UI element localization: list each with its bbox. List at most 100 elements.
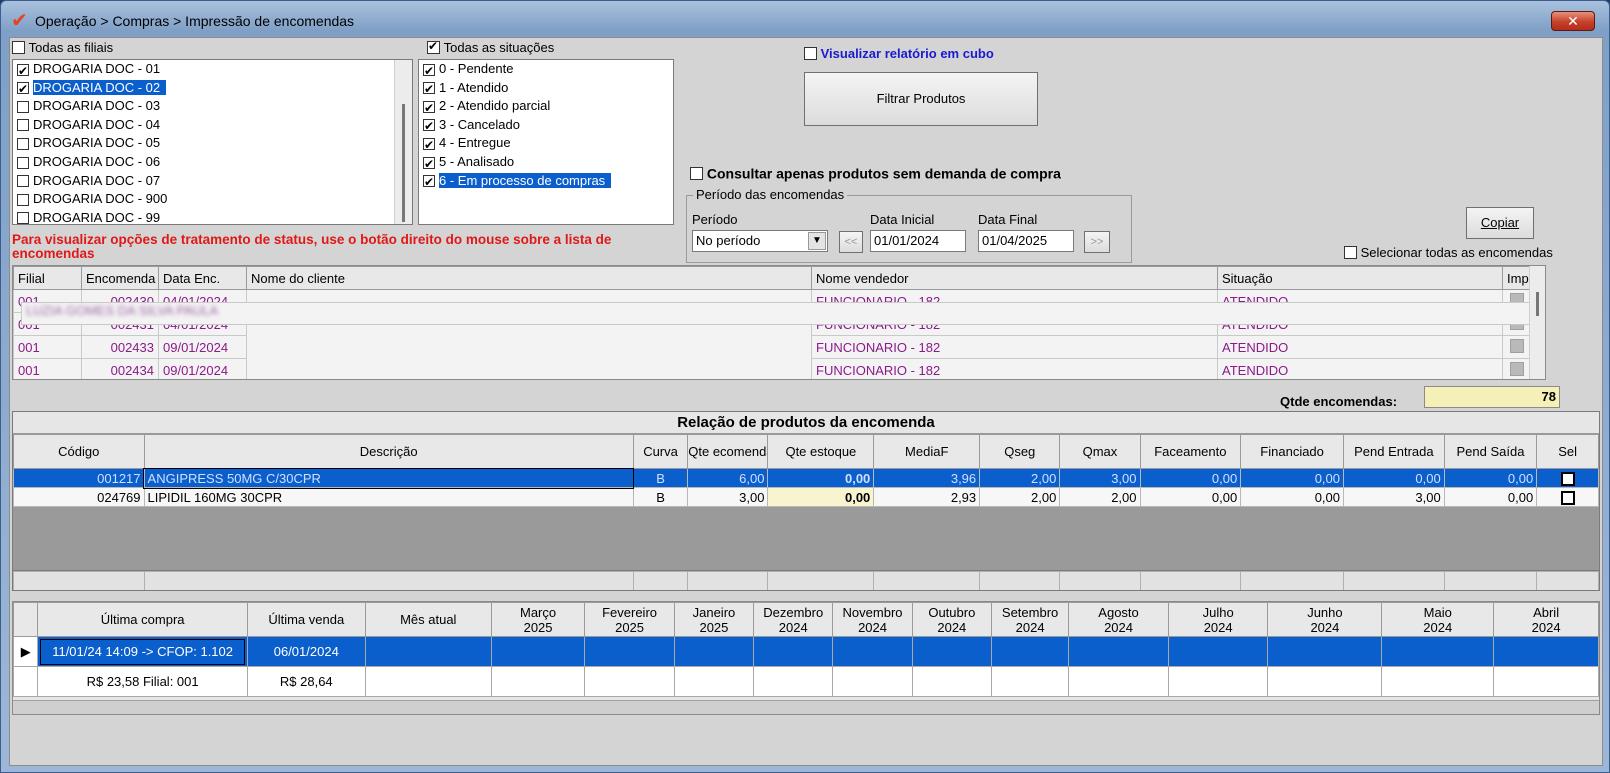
- situacao-item[interactable]: 2 - Atendido parcial: [419, 97, 673, 117]
- products-column-header[interactable]: Código: [13, 434, 145, 469]
- filial-item[interactable]: DROGARIA DOC - 06: [13, 153, 412, 172]
- title-bar[interactable]: ✔ Operação > Compras > Impressão de enco…: [1, 1, 1609, 39]
- table-row[interactable]: R$ 23,58 Filial: 001 R$ 28,64: [13, 666, 1599, 697]
- products-column-header[interactable]: Sel: [1536, 434, 1599, 469]
- history-column-header[interactable]: Março 2025: [490, 602, 586, 637]
- sel-cell[interactable]: [1536, 468, 1599, 488]
- checkbox-icon[interactable]: [17, 62, 29, 80]
- products-column-header[interactable]: Qte ecomenda: [687, 434, 769, 469]
- chevron-down-icon[interactable]: ▼: [808, 232, 826, 250]
- history-column-header[interactable]: Última venda: [246, 602, 366, 637]
- products-column-header[interactable]: Financiado: [1240, 434, 1344, 469]
- sel-checkbox-icon[interactable]: [1560, 490, 1575, 505]
- orders-scrollbar[interactable]: [1529, 266, 1545, 379]
- history-column-header[interactable]: Maio 2024: [1381, 602, 1495, 637]
- history-column-header[interactable]: Outubro 2024: [911, 602, 992, 637]
- checkbox-icon[interactable]: [17, 212, 29, 224]
- orders-column-header[interactable]: Imp: [1502, 266, 1532, 290]
- filiais-scrollbar[interactable]: [394, 60, 412, 224]
- table-row[interactable]: 001217 ANGIPRESS 50MG C/30CPR B 6,00 0,00 3,9…: [13, 467, 1599, 489]
- imp-cell[interactable]: [1502, 335, 1532, 359]
- filial-item[interactable]: DROGARIA DOC - 02: [13, 79, 412, 98]
- consultar-sem-demanda-checkbox[interactable]: Consultar apenas produtos sem demanda de…: [690, 164, 1061, 181]
- history-column-header[interactable]: Última compra: [37, 602, 248, 637]
- filial-item[interactable]: DROGARIA DOC - 05: [13, 134, 412, 153]
- orders-column-header[interactable]: Data Enc.: [158, 266, 247, 290]
- periodo-select[interactable]: No período ▼: [692, 230, 828, 252]
- todas-situacoes-checkbox[interactable]: Todas as situações: [427, 39, 554, 55]
- checkbox-icon[interactable]: [423, 136, 435, 154]
- history-column-header[interactable]: Abril 2024: [1493, 602, 1599, 637]
- checkbox-icon[interactable]: [17, 80, 29, 98]
- checkbox-icon[interactable]: [17, 193, 29, 206]
- selecionar-todas-checkbox[interactable]: Selecionar todas as encomendas: [1344, 244, 1553, 260]
- filiais-scroll-thumb[interactable]: [402, 104, 405, 222]
- history-column-header[interactable]: Dezembro 2024: [753, 602, 834, 637]
- history-column-header[interactable]: Junho 2024: [1267, 602, 1383, 637]
- checkbox-icon[interactable]: [17, 137, 29, 150]
- orders-column-header[interactable]: Situação: [1217, 266, 1503, 290]
- products-column-header[interactable]: Qte estoque: [767, 434, 875, 469]
- table-row[interactable]: 024769 LIPIDIL 160MG 30CPR B 3,00 0,00 2,93 2,…: [13, 487, 1599, 507]
- situacao-item[interactable]: 5 - Analisado: [419, 153, 673, 173]
- situacao-item[interactable]: 0 - Pendente: [419, 60, 673, 80]
- filial-item[interactable]: DROGARIA DOC - 99: [13, 209, 412, 224]
- situacao-item[interactable]: 4 - Entregue: [419, 134, 673, 154]
- checkbox-icon[interactable]: [423, 99, 435, 117]
- checkbox-icon[interactable]: [17, 175, 29, 188]
- data-inicial-input[interactable]: 01/01/2024: [870, 230, 966, 252]
- checkbox-icon[interactable]: [423, 155, 435, 173]
- products-table[interactable]: Código Descrição Curva Qte ecomenda Qte esto…: [13, 434, 1599, 507]
- imp-checkbox-icon[interactable]: [1510, 361, 1524, 376]
- copiar-button[interactable]: Copiar: [1466, 207, 1534, 239]
- products-column-header[interactable]: MediaF: [873, 434, 981, 469]
- close-button[interactable]: ✕: [1551, 11, 1595, 31]
- history-grid[interactable]: Última compra Última venda Mês atual Março …: [12, 601, 1600, 715]
- products-column-header[interactable]: Faceamento: [1139, 434, 1242, 469]
- products-column-header[interactable]: Curva: [632, 434, 689, 469]
- history-hscrollbar[interactable]: [13, 700, 1599, 714]
- history-column-header[interactable]: Julho 2024: [1167, 602, 1269, 637]
- checkbox-icon[interactable]: [423, 62, 435, 80]
- imp-checkbox-icon[interactable]: [1510, 338, 1524, 353]
- table-row[interactable]: ▶ 11/01/24 14:09 -> CFOP: 1.102 06/01/2024: [13, 636, 1599, 667]
- orders-grid[interactable]: Filial Encomenda Data Enc. Nome do cliente N…: [12, 265, 1546, 380]
- products-column-header[interactable]: Pend Saída: [1443, 434, 1538, 469]
- next-period-button[interactable]: >>: [1084, 231, 1110, 253]
- history-column-header[interactable]: Agosto 2024: [1068, 602, 1169, 637]
- checkbox-icon[interactable]: [423, 117, 435, 135]
- history-column-header[interactable]: Setembro 2024: [990, 602, 1070, 637]
- orders-column-header[interactable]: Encomenda: [81, 266, 159, 290]
- situacoes-list[interactable]: 0 - Pendente 1 - Atendido 2 - Atendido par…: [418, 59, 674, 225]
- checkbox-icon[interactable]: [17, 100, 29, 113]
- products-column-header[interactable]: Qmax: [1059, 434, 1141, 469]
- sel-cell[interactable]: [1536, 487, 1599, 507]
- situacao-item[interactable]: 3 - Cancelado: [419, 116, 673, 135]
- situacao-item[interactable]: 6 - Em processo de compras: [419, 172, 673, 191]
- filial-item[interactable]: DROGARIA DOC - 07: [13, 172, 412, 191]
- checkbox-icon[interactable]: [423, 173, 435, 191]
- table-row[interactable]: 00100243309/01/2024JULIANOFUNCIONARIO - …: [13, 302, 1545, 359]
- history-column-header[interactable]: Novembro 2024: [832, 602, 913, 637]
- data-final-input[interactable]: 01/04/2025: [978, 230, 1074, 252]
- orders-column-header[interactable]: Nome vendedor: [811, 266, 1218, 290]
- history-column-header[interactable]: Fevereiro 2025: [584, 602, 675, 637]
- products-column-header[interactable]: Qseg: [979, 434, 1061, 469]
- orders-column-header[interactable]: Nome do cliente: [246, 266, 812, 290]
- situacao-item[interactable]: 1 - Atendido: [419, 79, 673, 98]
- products-column-header[interactable]: Pend Entrada: [1343, 434, 1445, 469]
- prev-period-button[interactable]: <<: [839, 231, 863, 253]
- filial-item[interactable]: DROGARIA DOC - 04: [13, 116, 412, 135]
- filtrar-produtos-button[interactable]: Filtrar Produtos: [804, 72, 1038, 126]
- checkbox-icon[interactable]: [17, 119, 29, 132]
- history-column-header[interactable]: Janeiro 2025: [673, 602, 755, 637]
- sel-checkbox-icon[interactable]: [1560, 471, 1575, 486]
- checkbox-icon[interactable]: [423, 80, 435, 98]
- history-column-header[interactable]: Mês atual: [364, 602, 492, 637]
- cubo-checkbox[interactable]: Visualizar relatório em cubo: [804, 45, 994, 61]
- todas-filiais-checkbox[interactable]: Todas as filiais: [12, 39, 113, 55]
- orders-scroll-thumb[interactable]: [1536, 292, 1539, 316]
- table-row[interactable]: 001 002434 09/01/2024 LUZIA GOMES DA SILVA …: [13, 302, 1545, 379]
- imp-cell[interactable]: [1502, 358, 1532, 379]
- products-column-header[interactable]: Descrição: [143, 434, 634, 469]
